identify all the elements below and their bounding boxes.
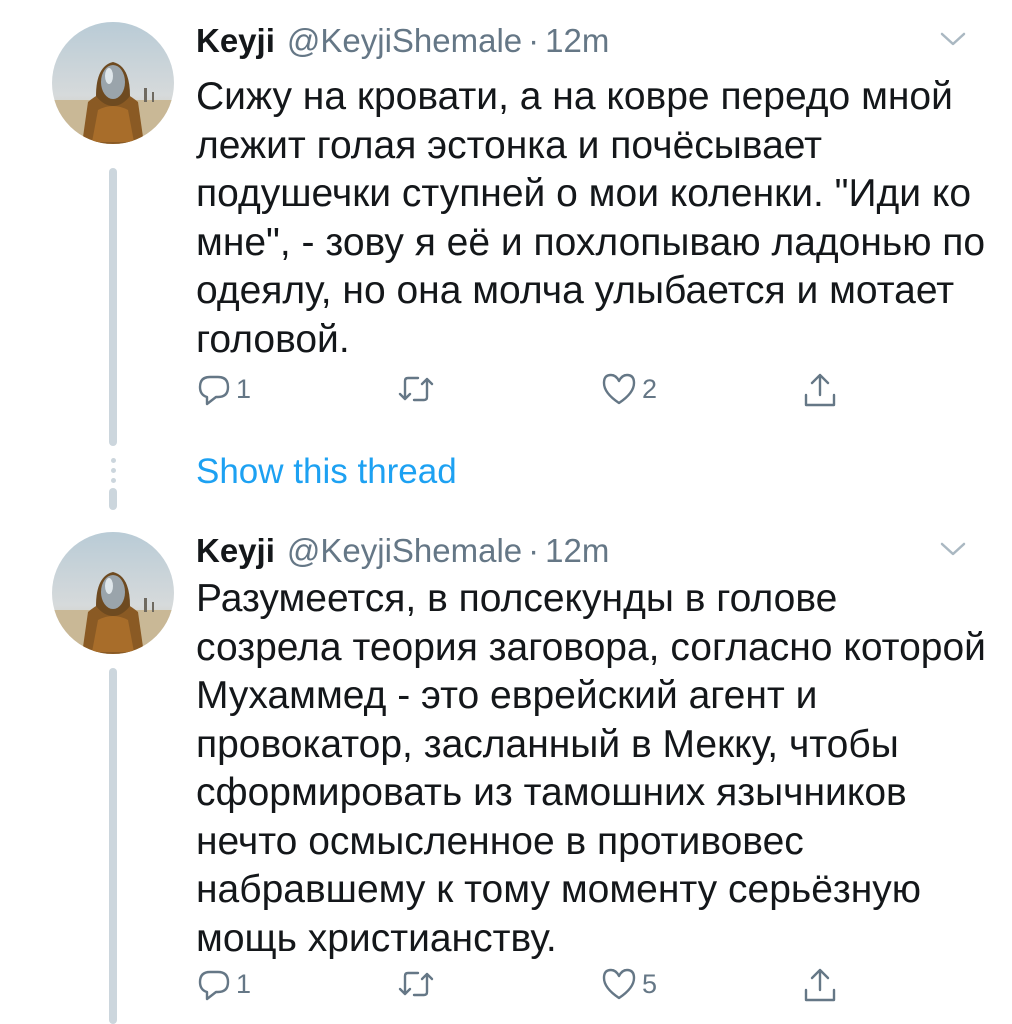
- share-button[interactable]: [800, 371, 840, 411]
- reply-icon: [198, 970, 230, 1001]
- retweet-icon: [398, 971, 434, 997]
- tweet-text: Разумеется, в полсекунды в голове созрел…: [196, 577, 986, 960]
- separator: ·: [528, 22, 540, 59]
- user-handle[interactable]: @KeyjiShemale: [287, 22, 522, 60]
- tweet-actions: 1 5: [196, 966, 856, 1010]
- timestamp[interactable]: 12m: [545, 532, 609, 570]
- share-button[interactable]: [800, 966, 840, 1006]
- separator: ·: [528, 532, 540, 569]
- retweet-icon: [398, 376, 434, 402]
- tweet-header: Keyji @KeyjiShemale · 12m: [196, 22, 609, 72]
- user-handle[interactable]: @KeyjiShemale: [287, 532, 522, 570]
- like-count: 2: [642, 373, 658, 404]
- thread-line-mid: [109, 488, 117, 510]
- share-icon: [804, 373, 836, 407]
- tweet[interactable]: Keyji @KeyjiShemale · 12m Разумеется, в …: [0, 532, 1012, 1024]
- like-icon: [602, 373, 636, 405]
- share-icon: [804, 968, 836, 1002]
- avatar[interactable]: [52, 22, 174, 144]
- reply-button[interactable]: 1: [196, 966, 251, 1002]
- reply-button[interactable]: 1: [196, 371, 251, 407]
- avatar[interactable]: [52, 532, 174, 654]
- reply-icon: [198, 375, 230, 406]
- retweet-button[interactable]: [396, 371, 440, 407]
- reply-count: 1: [236, 968, 252, 999]
- tweet-actions: 1 2: [196, 371, 856, 415]
- like-button[interactable]: 2: [600, 371, 657, 407]
- tweet[interactable]: Keyji @KeyjiShemale · 12m Сижу на кроват…: [0, 22, 1012, 422]
- display-name[interactable]: Keyji: [196, 22, 275, 60]
- chevron-down-icon[interactable]: [938, 538, 968, 560]
- display-name[interactable]: Keyji: [196, 532, 275, 570]
- like-icon: [602, 968, 636, 1000]
- tweet-text: Сижу на кровати, а на ковре передо мной …: [196, 75, 986, 361]
- reply-count: 1: [236, 373, 252, 404]
- like-count: 5: [642, 968, 658, 999]
- timestamp[interactable]: 12m: [545, 22, 609, 60]
- retweet-button[interactable]: [396, 966, 440, 1002]
- show-thread-link[interactable]: Show this thread: [196, 452, 457, 492]
- thread-dots: [106, 458, 120, 488]
- like-button[interactable]: 5: [600, 966, 657, 1002]
- chevron-down-icon[interactable]: [938, 28, 968, 50]
